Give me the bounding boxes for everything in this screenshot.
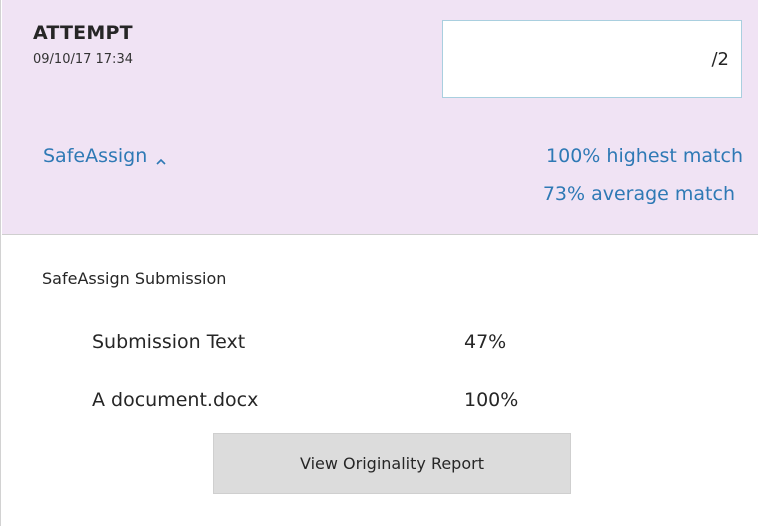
file-name: A document.docx (92, 389, 259, 411)
safeassign-toggle[interactable]: SafeAssign (43, 145, 167, 167)
grade-input[interactable] (443, 38, 712, 80)
grade-max: /2 (711, 48, 729, 70)
submission-title: SafeAssign Submission (42, 269, 227, 288)
grade-field[interactable]: /2 (442, 20, 742, 98)
attempt-date: 09/10/17 17:34 (33, 52, 133, 67)
attempt-panel: ATTEMPT 09/10/17 17:34 /2 SafeAssign 100… (0, 0, 758, 526)
file-match-percent: 47% (464, 331, 507, 353)
safeassign-toggle-label: SafeAssign (43, 145, 148, 167)
chevron-up-icon (155, 151, 167, 165)
attempt-header: ATTEMPT 09/10/17 17:34 /2 SafeAssign 100… (2, 0, 758, 235)
average-match: 73% average match (542, 183, 735, 205)
file-match-percent: 100% (464, 389, 519, 411)
view-originality-report-button[interactable]: View Originality Report (213, 433, 571, 494)
file-name: Submission Text (92, 331, 246, 353)
attempt-label: ATTEMPT (33, 22, 133, 44)
highest-match: 100% highest match (546, 145, 743, 167)
